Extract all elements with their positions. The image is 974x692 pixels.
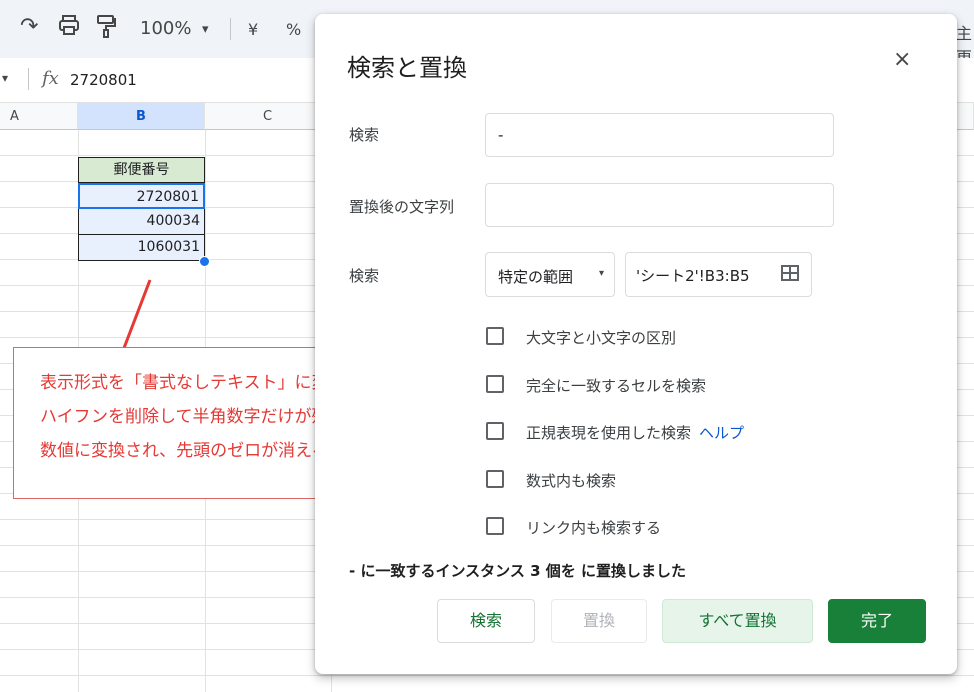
option-label: 数式内も検索: [526, 472, 617, 490]
range-value: 'シート2'!B3:B5: [636, 267, 750, 285]
checkbox[interactable]: [486, 375, 504, 393]
option-label: 大文字と小文字の区別: [526, 329, 677, 347]
help-link[interactable]: ヘルプ: [699, 424, 744, 442]
find-label: 検索: [349, 126, 380, 144]
option-label: 正規表現を使用した検索 ヘルプ: [526, 422, 744, 443]
dialog-title: 検索と置換: [347, 54, 467, 82]
find-input[interactable]: -: [485, 113, 834, 157]
grid-select-icon[interactable]: [781, 265, 799, 281]
range-input[interactable]: 'シート2'!B3:B5: [625, 252, 812, 297]
find-replace-dialog: 検索と置換 × 検索 - 置換後の文字列 検索 特定の範囲 ▾ 'シート2'!B…: [315, 14, 957, 674]
replace-input[interactable]: [485, 183, 834, 227]
status-message: - に一致するインスタンス 3 個を に置換しました: [349, 562, 686, 580]
scope-select[interactable]: 特定の範囲 ▾: [485, 252, 615, 297]
option-label: 完全に一致するセルを検索: [526, 377, 707, 395]
checkbox[interactable]: [486, 422, 504, 440]
replace-button[interactable]: 置換: [551, 599, 647, 643]
checkbox[interactable]: [486, 470, 504, 488]
option-label-text: 正規表現を使用した検索: [526, 424, 692, 442]
close-icon[interactable]: ×: [893, 47, 911, 72]
replace-all-button[interactable]: すべて置換: [662, 599, 813, 643]
checkbox[interactable]: [486, 517, 504, 535]
scope-select-value: 特定の範囲: [498, 268, 574, 286]
option-label: リンク内も検索する: [526, 519, 662, 537]
scope-label: 検索: [349, 267, 380, 285]
done-button[interactable]: 完了: [828, 599, 926, 643]
find-button[interactable]: 検索: [437, 599, 535, 643]
replace-label: 置換後の文字列: [349, 198, 455, 216]
chevron-down-icon: ▾: [598, 268, 604, 279]
checkbox[interactable]: [486, 327, 504, 345]
